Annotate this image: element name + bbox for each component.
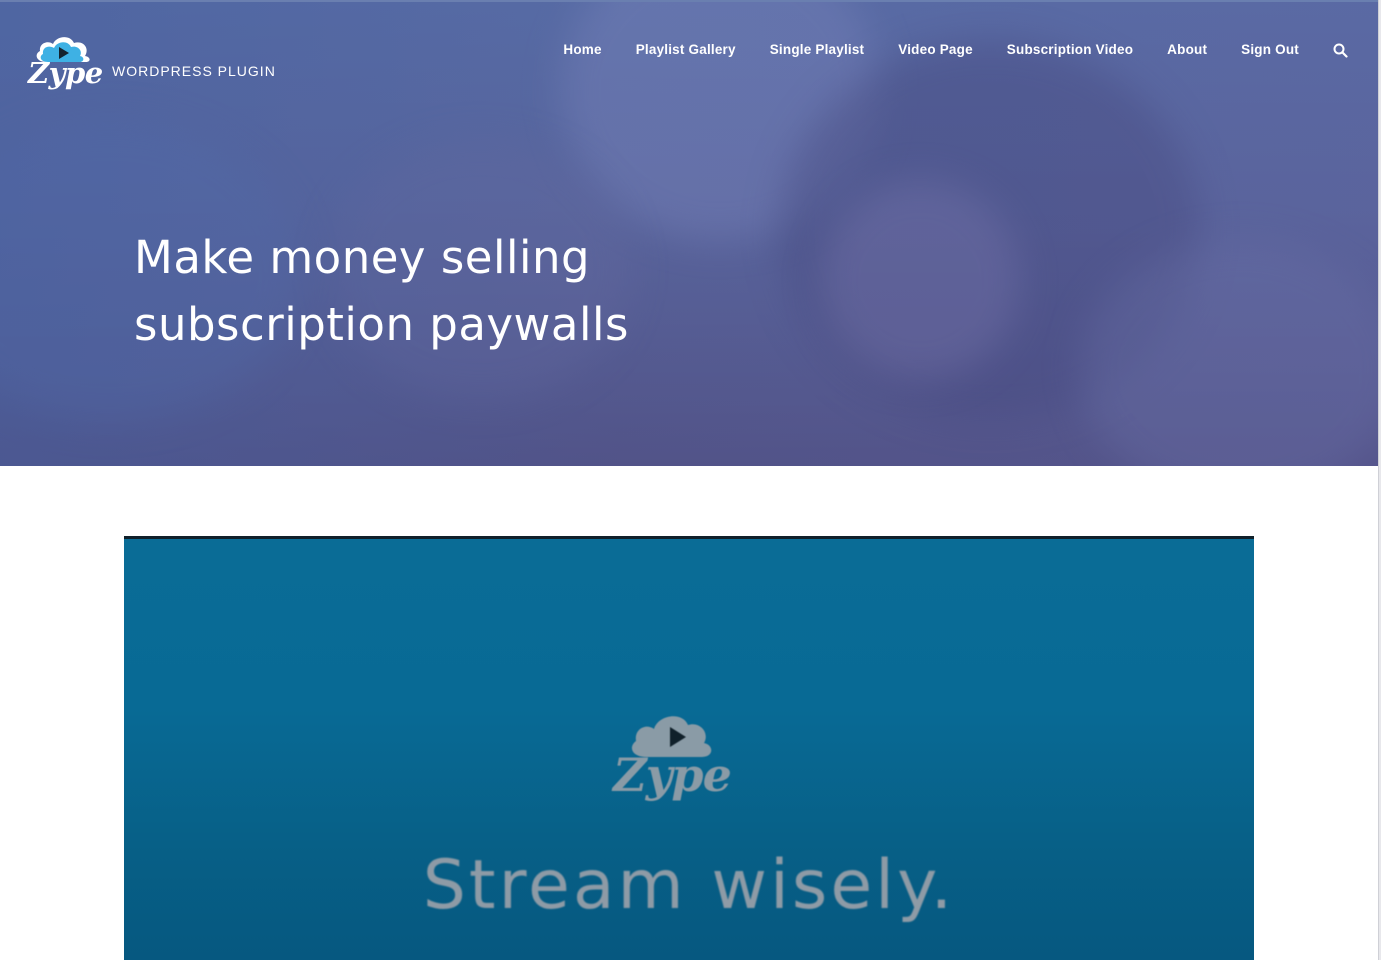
page: Zype WORDPRESS PLUGIN Home Playlist Gall…: [0, 0, 1381, 960]
search-button[interactable]: [1332, 42, 1348, 58]
main-nav: Home Playlist Gallery Single Playlist Vi…: [563, 40, 1348, 60]
nav-item-about[interactable]: About: [1167, 40, 1207, 60]
video-player[interactable]: Zype Stream wisely.: [124, 536, 1254, 960]
nav-item-single-playlist[interactable]: Single Playlist: [770, 40, 865, 60]
nav-item-sign-out[interactable]: Sign Out: [1241, 40, 1299, 60]
nav-item-playlist-gallery[interactable]: Playlist Gallery: [636, 40, 736, 60]
site-tagline: WORDPRESS PLUGIN: [112, 63, 276, 79]
hero-banner: Zype WORDPRESS PLUGIN Home Playlist Gall…: [0, 0, 1379, 466]
search-icon: [1333, 43, 1348, 58]
nav-item-subscription-video[interactable]: Subscription Video: [1007, 40, 1133, 60]
video-logo-wordmark: Zype: [613, 748, 732, 802]
video-tagline: Stream wisely.: [422, 846, 956, 925]
hero-title: Make money selling subscription paywalls: [134, 231, 629, 351]
video-logo: Zype: [602, 703, 742, 813]
nav-item-home[interactable]: Home: [563, 40, 601, 60]
nav-item-video-page[interactable]: Video Page: [898, 40, 973, 60]
hero-top-border: [0, 0, 1379, 2]
site-logo[interactable]: Zype: [28, 34, 103, 94]
logo-wordmark: Zype: [28, 56, 103, 90]
